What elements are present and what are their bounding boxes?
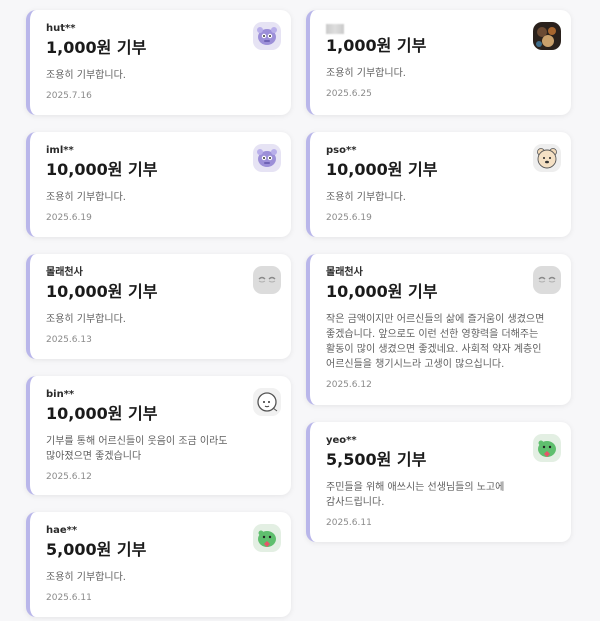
- donation-card: bin** 10,000원 기부 기부를 통해 어르신들이 웃음이 조금 이라도…: [26, 376, 291, 495]
- donor-nickname: 몰래천사: [46, 267, 83, 278]
- green-dino-avatar-icon: [533, 434, 561, 462]
- donation-amount: 10,000원 기부: [46, 282, 158, 301]
- donation-card: 몰래천사 10,000원 기부 조용히 기부합니다. 2025.6.13: [26, 254, 291, 359]
- purple-monster-avatar-icon: [253, 22, 281, 50]
- donation-list: hut** 1,000원 기부 조용히 기부합니다. 2025.7.16 iml…: [0, 0, 600, 621]
- donation-amount: 1,000원 기부: [326, 36, 427, 55]
- donation-message: 조용히 기부합니다.: [326, 68, 406, 79]
- donation-card: hae** 5,000원 기부 조용히 기부합니다. 2025.6.11: [26, 512, 291, 617]
- donor-nickname: iml**: [46, 145, 74, 156]
- donation-card: iml** 10,000원 기부 조용히 기부합니다. 2025.6.19: [26, 132, 291, 237]
- donation-amount: 5,000원 기부: [46, 540, 147, 559]
- donation-amount: 1,000원 기부: [46, 38, 147, 57]
- donor-nickname: bin**: [46, 389, 75, 400]
- donor-nickname: 몰래천사: [326, 267, 363, 278]
- donation-amount: 10,000원 기부: [46, 404, 158, 423]
- donation-date: 2025.6.11: [326, 518, 372, 528]
- donation-message: 조용히 기부합니다.: [326, 192, 406, 203]
- donation-message: 조용히 기부합니다.: [46, 192, 126, 203]
- donation-date: 2025.6.19: [46, 213, 92, 223]
- donation-card: hut** 1,000원 기부 조용히 기부합니다. 2025.7.16: [26, 10, 291, 115]
- bear-face-avatar-icon: [533, 144, 561, 172]
- purple-monster-avatar-icon: [253, 144, 281, 172]
- doodle-face-avatar-icon: [253, 388, 281, 416]
- donation-date: 2025.6.12: [46, 472, 92, 482]
- donor-nickname: hae**: [46, 525, 78, 536]
- donation-date: 2025.6.11: [46, 593, 92, 603]
- donation-date: 2025.6.19: [326, 213, 372, 223]
- donor-nickname-hidden: [326, 24, 344, 34]
- donation-card: 몰래천사 10,000원 기부 작은 금액이지만 어르신들의 삶에 즐거움이 생…: [306, 254, 571, 405]
- donation-message: 기부를 통해 어르신들이 웃음이 조금 이라도 많아졌으면 좋겠습니다: [46, 436, 228, 462]
- photo-avatar-icon: [533, 22, 561, 50]
- donation-date: 2025.7.16: [46, 91, 92, 101]
- donation-card: pso** 10,000원 기부 조용히 기부합니다. 2025.6.19: [306, 132, 571, 237]
- donation-date: 2025.6.25: [326, 89, 372, 99]
- donation-message: 조용히 기부합니다.: [46, 314, 126, 325]
- donor-nickname: hut**: [46, 23, 76, 34]
- donation-amount: 5,500원 기부: [326, 450, 427, 469]
- donation-date: 2025.6.12: [326, 380, 372, 390]
- donor-nickname: pso**: [326, 145, 357, 156]
- donation-amount: 10,000원 기부: [326, 160, 438, 179]
- donation-message: 조용히 기부합니다.: [46, 572, 126, 583]
- green-dino-avatar-icon: [253, 524, 281, 552]
- donation-date: 2025.6.13: [46, 335, 92, 345]
- donation-card: yeo** 5,500원 기부 주민들을 위해 애쓰시는 선생님들의 노고에 감…: [306, 422, 571, 542]
- donation-message: 주민들을 위해 애쓰시는 선생님들의 노고에 감사드립니다.: [326, 482, 505, 508]
- donation-amount: 10,000원 기부: [46, 160, 158, 179]
- donation-message: 조용히 기부합니다.: [46, 70, 126, 81]
- closed-eyes-avatar-icon: [533, 266, 561, 294]
- donation-amount: 10,000원 기부: [326, 282, 438, 301]
- donor-nickname: yeo**: [326, 435, 357, 446]
- donation-card: 1,000원 기부 조용히 기부합니다. 2025.6.25: [306, 10, 571, 115]
- donation-message: 작은 금액이지만 어르신들의 삶에 즐거움이 생겼으면 좋겠습니다. 앞으로도 …: [326, 314, 545, 370]
- closed-eyes-avatar-icon: [253, 266, 281, 294]
